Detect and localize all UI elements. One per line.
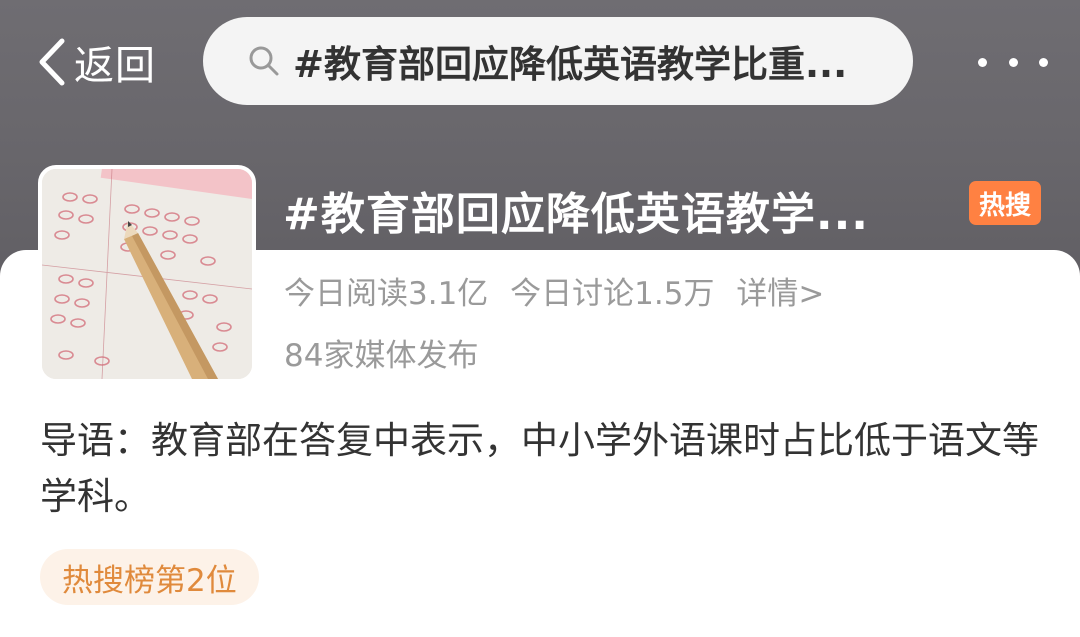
hot-badge: 热搜 bbox=[969, 181, 1041, 225]
media-count: 84家媒体发布 bbox=[284, 338, 479, 374]
topic-intro: 导语：教育部在答复中表示，中小学外语课时占比低于语文等学科。 bbox=[40, 419, 1039, 518]
more-button[interactable] bbox=[978, 42, 1048, 82]
rank-badge[interactable]: 热搜榜第2位 bbox=[40, 549, 259, 605]
more-dot bbox=[978, 57, 987, 67]
chevron-left-icon bbox=[39, 38, 65, 86]
more-dot bbox=[1008, 57, 1018, 67]
search-bar[interactable]: #教育部回应降低英语教学比重... bbox=[203, 17, 913, 105]
topic-stats: 今日阅读3.1亿 今日讨论1.5万 详情> bbox=[284, 268, 836, 313]
back-button[interactable]: 返回 bbox=[34, 34, 174, 90]
search-query[interactable]: #教育部回应降低英语教学比重... bbox=[293, 34, 863, 88]
back-label: 返回 bbox=[74, 43, 156, 89]
discuss-count: 今日讨论1.5万 bbox=[510, 276, 715, 312]
search-icon bbox=[249, 46, 279, 76]
topic-thumbnail[interactable] bbox=[38, 165, 256, 383]
topic-title[interactable]: #教育部回应降低英语教学... bbox=[283, 178, 923, 242]
more-dot bbox=[1039, 57, 1048, 67]
detail-link[interactable]: 详情> bbox=[736, 276, 824, 312]
answer-sheet-pencil-image bbox=[42, 169, 252, 379]
read-count: 今日阅读3.1亿 bbox=[284, 276, 489, 312]
